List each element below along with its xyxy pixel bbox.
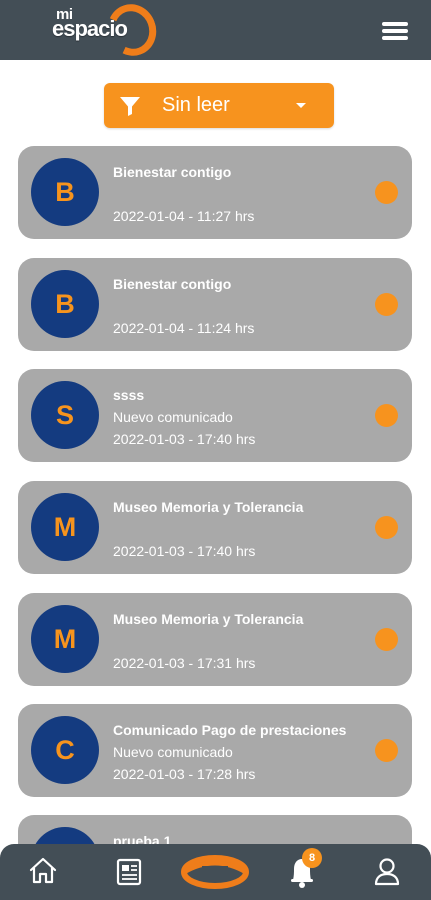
notification-date: 2022-01-03 - 17:40 hrs — [113, 431, 256, 447]
bottom-navigation — [0, 844, 431, 900]
avatar: S — [31, 381, 99, 449]
avatar-letter: B — [55, 289, 75, 319]
notification-title: Bienestar contigo — [113, 164, 232, 180]
app-header: mi espacio — [0, 0, 431, 63]
notification-title: Museo Memoria y Tolerancia — [113, 499, 304, 515]
avatar: B — [31, 158, 99, 226]
notification-subtitle: Nuevo comunicado — [113, 409, 233, 425]
avatar: M — [31, 605, 99, 673]
notification-title: Museo Memoria y Tolerancia — [113, 611, 304, 627]
notification-card[interactable]: B Bienestar contigo 2022-01-04 - 11:27 h… — [18, 146, 412, 239]
mi-espacio-logo-icon — [181, 855, 249, 889]
avatar-letter: B — [55, 177, 75, 207]
notification-card[interactable]: S ssss Nuevo comunicado 2022-01-03 - 17:… — [18, 369, 412, 462]
notification-date: 2022-01-03 - 17:40 hrs — [113, 543, 256, 559]
unread-indicator — [375, 181, 398, 204]
newspaper-icon — [116, 858, 142, 886]
filter-label: Sin leer — [162, 94, 230, 116]
notification-list: B Bienestar contigo 2022-01-04 - 11:27 h… — [0, 0, 431, 900]
menu-icon-bar — [382, 29, 408, 33]
notification-title: ssss — [113, 387, 145, 403]
menu-icon-bar — [382, 36, 408, 40]
unread-indicator — [375, 628, 398, 651]
notification-card[interactable]: B Bienestar contigo 2022-01-04 - 11:24 h… — [18, 258, 412, 351]
notification-title: Bienestar contigo — [113, 276, 232, 292]
notification-subtitle: Nuevo comunicado — [113, 744, 233, 760]
logo-text: espacio — [52, 16, 128, 41]
filter-dropdown[interactable]: Sin leer — [104, 83, 334, 128]
filter-funnel-icon — [120, 97, 140, 116]
avatar-letter: M — [53, 624, 77, 654]
notification-title: Comunicado Pago de prestaciones — [113, 722, 347, 738]
unread-indicator — [375, 516, 398, 539]
notification-date: 2022-01-04 - 11:27 hrs — [113, 208, 255, 224]
caret-down-icon — [296, 103, 306, 108]
app-screen: B Bienestar contigo 2022-01-04 - 11:27 h… — [0, 0, 431, 900]
unread-indicator — [375, 739, 398, 762]
unread-indicator — [375, 293, 398, 316]
nav-profile-button[interactable] — [370, 844, 404, 900]
avatar: B — [31, 270, 99, 338]
avatar-letter: S — [55, 400, 74, 430]
menu-icon-bar — [382, 22, 408, 26]
nav-news-button[interactable] — [112, 844, 146, 900]
notification-date: 2022-01-03 - 17:31 hrs — [113, 655, 256, 671]
avatar: M — [31, 493, 99, 561]
home-icon — [29, 857, 57, 884]
notification-card[interactable]: M Museo Memoria y Tolerancia 2022-01-03 … — [18, 593, 412, 686]
avatar-letter: M — [53, 512, 77, 542]
user-icon — [374, 858, 400, 886]
menu-icon[interactable] — [382, 20, 410, 42]
notification-date: 2022-01-04 - 11:24 hrs — [113, 320, 255, 336]
notification-card[interactable]: C Comunicado Pago de prestaciones Nuevo … — [18, 704, 412, 797]
notifications-badge: 8 — [302, 848, 322, 868]
notification-card[interactable]: M Museo Memoria y Tolerancia 2022-01-03 … — [18, 481, 412, 574]
nav-home-button[interactable] — [26, 844, 60, 900]
app-logo: mi espacio — [50, 0, 164, 63]
nav-mi-espacio-button[interactable] — [180, 844, 250, 900]
unread-indicator — [375, 404, 398, 427]
avatar: C — [31, 716, 99, 784]
notification-date: 2022-01-03 - 17:28 hrs — [113, 766, 256, 782]
avatar-letter: C — [55, 735, 75, 765]
